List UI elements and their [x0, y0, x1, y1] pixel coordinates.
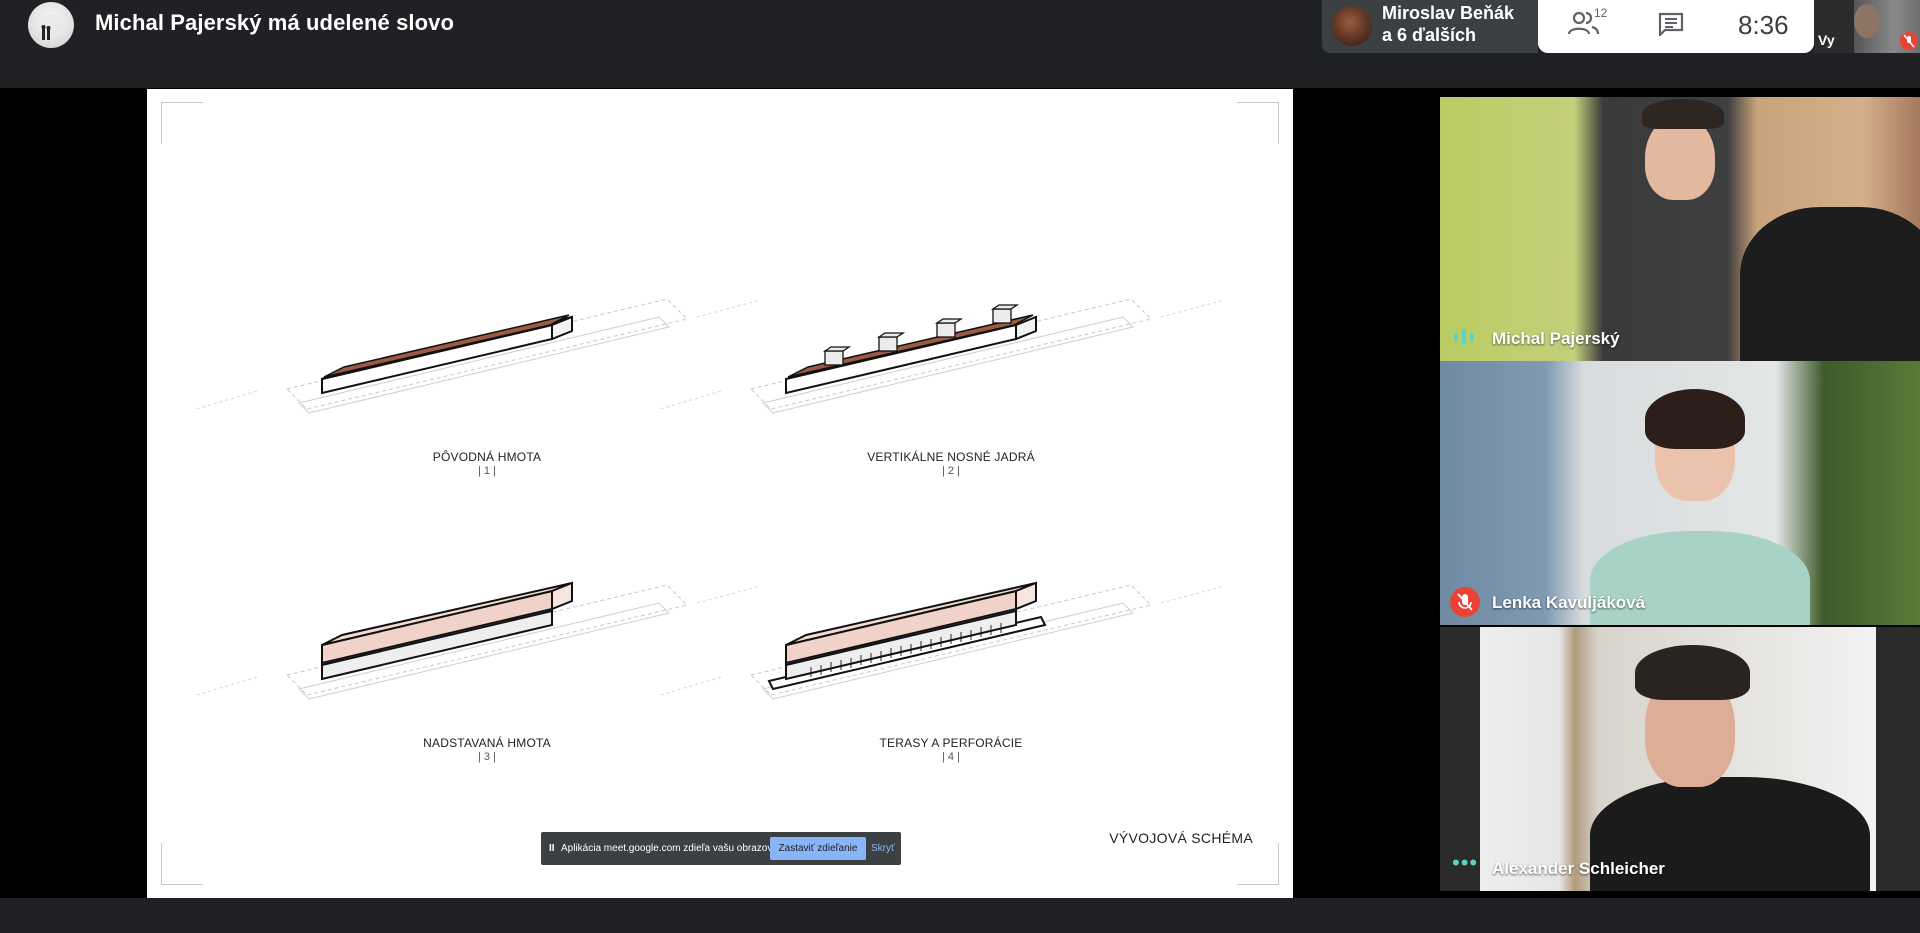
mic-off-icon [1900, 32, 1918, 50]
diagram-1-label: PÔVODNÁ HMOTA [432, 450, 542, 464]
participant-hair [1642, 99, 1724, 129]
meeting-avatar [28, 2, 74, 48]
avatar [1332, 6, 1372, 46]
clock: 8:36 [1738, 10, 1789, 40]
pause-icon: II [549, 843, 555, 854]
bottom-control-bar [0, 898, 1920, 933]
participants-count: 12 [1594, 6, 1608, 20]
self-view-tile[interactable]: Vy [1814, 0, 1920, 53]
mic-off-icon [1450, 587, 1480, 617]
hide-share-bar-link[interactable]: Skryť [871, 843, 895, 854]
diagram-3 [196, 581, 758, 700]
diagram-1-number: | 1 | [478, 465, 496, 477]
participant-body [1740, 207, 1920, 361]
diagram-3-label: NADSTAVANÁ HMOTA [423, 736, 551, 750]
self-label: Vy [1818, 32, 1835, 48]
chat-icon[interactable] [1658, 12, 1686, 38]
participant-video [1480, 627, 1876, 891]
participant-tile-michal[interactable]: Michal Pajerský [1440, 97, 1920, 361]
meeting-title: Michal Pajerský má udelené slovo [95, 10, 455, 35]
participant-tile-lenka[interactable]: Lenka Kavuljáková [1440, 361, 1920, 625]
stop-sharing-button[interactable]: Zastaviť zdieľanie [770, 837, 866, 860]
active-speaker-line2: a 6 ďalších [1382, 25, 1476, 45]
participant-name: Michal Pajerský [1492, 329, 1620, 348]
meet-window: Michal Pajerský má udelené slovo Mirosla… [0, 0, 1920, 933]
diagram-4-label: TERASY A PERFORÁCIE [879, 736, 1023, 750]
slide-caption: VÝVOJOVÁ SCHÉMA [1109, 830, 1253, 846]
active-speaker-chip[interactable]: Miroslav Beňák a 6 ďalších [1322, 0, 1538, 53]
diagram-1 [196, 298, 758, 414]
diagram-2-number: | 2 | [942, 465, 960, 477]
diagram-4-number: | 4 | [942, 751, 960, 763]
development-diagrams [196, 298, 1222, 700]
diagram-2 [660, 298, 1222, 414]
participant-hair [1645, 389, 1745, 449]
more-options-icon[interactable]: ••• [1452, 852, 1478, 877]
active-speaker-name: Miroslav Beňák a 6 ďalších [1382, 2, 1514, 46]
diagram-2-label: VERTIKÁLNE NOSNÉ JADRÁ [867, 450, 1035, 464]
meeting-info-panel: 12 8:36 [1538, 0, 1814, 53]
participant-name: Alexander Schleicher [1492, 859, 1665, 878]
diagram-3-number: | 3 | [478, 751, 496, 763]
speaking-indicator-icon [1452, 329, 1478, 345]
participant-name: Lenka Kavuljáková [1492, 593, 1646, 612]
participant-hair [1635, 645, 1750, 700]
presentation-slide: PÔVODNÁ HMOTA | 1 | VERTIKÁLNE NOSNÉ JAD… [147, 89, 1293, 898]
participant-tile-alexander[interactable]: ••• Alexander Schleicher [1440, 627, 1920, 891]
active-speaker-line1: Miroslav Beňák [1382, 3, 1515, 23]
share-status-text: Aplikácia meet.google.com zdieľa vašu ob… [561, 843, 786, 854]
self-face [1854, 4, 1880, 38]
top-bar: Michal Pajerský má udelené slovo Mirosla… [0, 0, 1920, 88]
diagram-4 [660, 581, 1222, 700]
screen-share-bar: II Aplikácia meet.google.com zdieľa vašu… [541, 832, 901, 865]
